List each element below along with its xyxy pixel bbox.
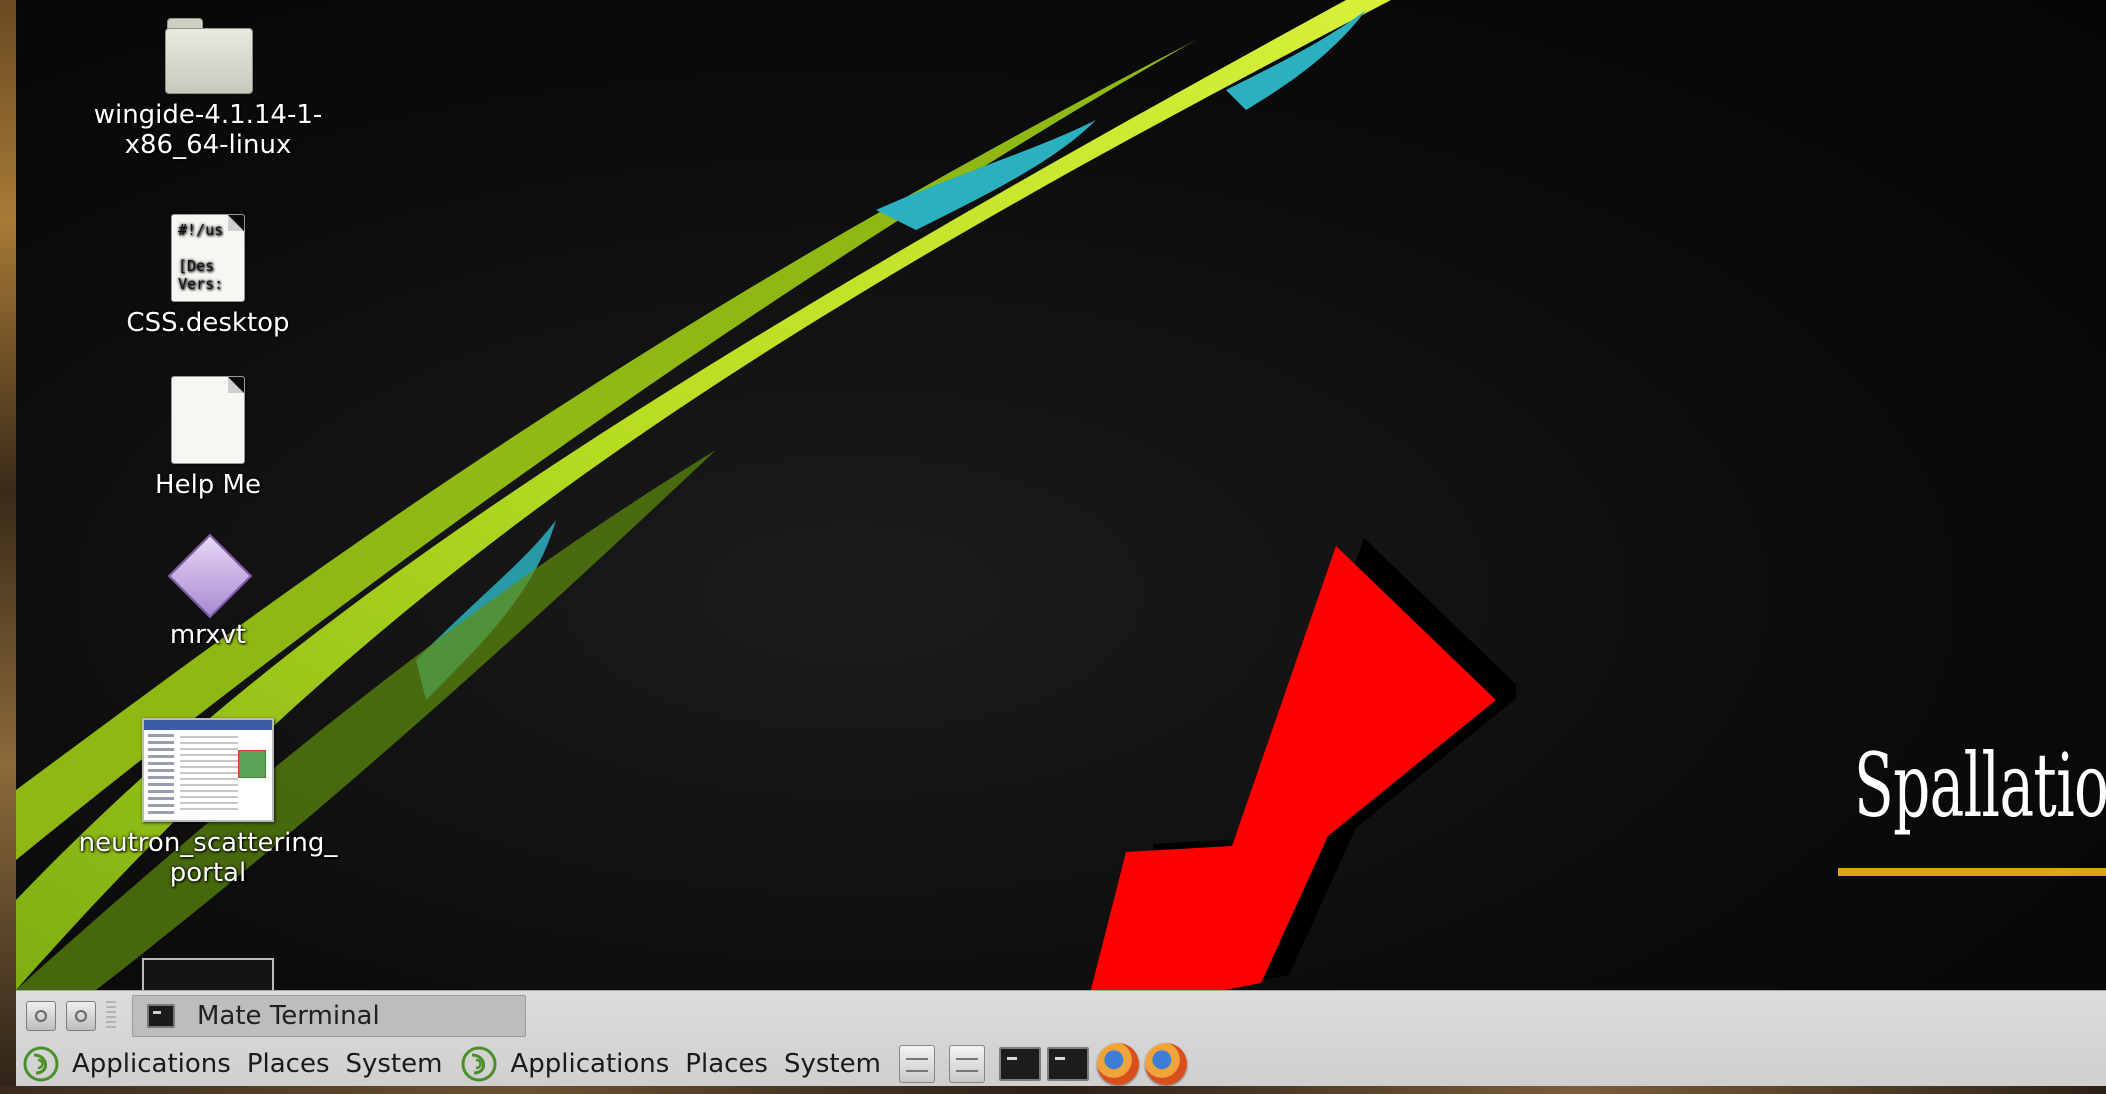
desktop-icon-label: CSS.desktop: [126, 308, 290, 338]
screenshot-icon[interactable]: [26, 1001, 56, 1031]
firefox-icon[interactable]: [1096, 1043, 1139, 1085]
menu-applications[interactable]: Applications: [510, 1049, 669, 1079]
desktop-icon-label: wingide-4.1.14-1- x86_64-linux: [93, 100, 323, 160]
menu-system[interactable]: System: [346, 1049, 443, 1079]
mate-logo-icon[interactable]: [460, 1045, 498, 1083]
desktop-icon-wingide[interactable]: wingide-4.1.14-1- x86_64-linux: [73, 18, 343, 160]
wallpaper-brand-underline: [1838, 868, 2106, 876]
desktop[interactable]: wingide-4.1.14-1- x86_64-linux #!/us [De…: [16, 0, 2106, 990]
desktop-icon-css-desktop[interactable]: #!/us [Des Vers: CSS.desktop: [73, 214, 343, 338]
panel-top-row: Mate Terminal: [16, 993, 2106, 1039]
script-diamond-icon: [167, 533, 253, 619]
terminal-icon: [147, 1004, 175, 1028]
firefox-icon[interactable]: [1144, 1043, 1187, 1085]
desktop-icon-partial-terminal[interactable]: [73, 958, 343, 990]
desktop-icon-help-me[interactable]: Help Me: [73, 376, 343, 500]
wallpaper-brand-text: Spallatio: [1854, 734, 2106, 837]
bottom-panel: Mate Terminal Applications Places System…: [16, 990, 2106, 1087]
panel-bottom-row: Applications Places System Applications …: [16, 1041, 2106, 1087]
menu-places[interactable]: Places: [247, 1049, 330, 1079]
menu-applications[interactable]: Applications: [72, 1049, 231, 1079]
terminal-icon[interactable]: [1046, 1047, 1089, 1081]
terminal-icon[interactable]: [998, 1047, 1041, 1081]
terminal-thumbnail-icon: [142, 958, 274, 990]
blank-file-icon: [171, 376, 245, 464]
desktop-icon-mrxvt[interactable]: mrxvt: [73, 533, 343, 650]
taskbar-item-mate-terminal[interactable]: Mate Terminal: [132, 995, 526, 1037]
screenshot-icon[interactable]: [66, 1001, 96, 1031]
taskbar-item-label: Mate Terminal: [197, 1001, 380, 1031]
text-file-icon: #!/us [Des Vers:: [171, 214, 245, 302]
file-cabinet-icon[interactable]: [898, 1045, 935, 1083]
folder-icon: [165, 18, 253, 94]
mate-logo-icon[interactable]: [22, 1045, 60, 1083]
desktop-icon-label: Help Me: [155, 470, 261, 500]
webpage-thumbnail-icon: [142, 718, 274, 822]
background-window-edge: [0, 0, 16, 1094]
menu-places[interactable]: Places: [685, 1049, 768, 1079]
desktop-icon-neutron-scattering-portal[interactable]: neutron_scattering_ portal: [73, 718, 343, 888]
red-arrow-annotation: [1090, 538, 1516, 990]
desktop-icon-label: mrxvt: [169, 620, 247, 650]
desktop-icon-label: neutron_scattering_ portal: [78, 828, 338, 888]
file-cabinet-icon[interactable]: [948, 1045, 985, 1083]
menu-system[interactable]: System: [784, 1049, 881, 1079]
panel-drag-handle[interactable]: [106, 1001, 116, 1031]
background-window-edge: [0, 1086, 2106, 1094]
